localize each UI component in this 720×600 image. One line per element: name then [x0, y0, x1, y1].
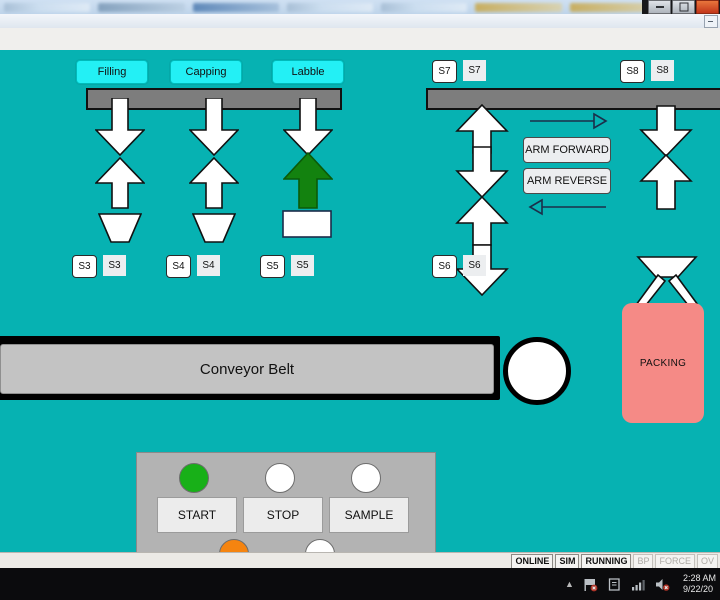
- close-button[interactable]: [696, 0, 719, 14]
- sensor-tag-s3[interactable]: S3: [72, 255, 97, 278]
- start-button[interactable]: START: [157, 497, 237, 533]
- browser-tabs-blurred: [0, 1, 660, 14]
- app-toolbar: [0, 14, 720, 29]
- start-indicator-lamp: [179, 463, 209, 493]
- conveyor-pulley: [503, 337, 571, 405]
- process-label-capping[interactable]: Capping: [170, 60, 242, 84]
- hmi-canvas: Filling Capping Labble S3 S3 S4 S4 S5 S5…: [0, 50, 720, 552]
- show-hidden-icon[interactable]: ▲: [565, 579, 574, 589]
- sensor-tag-s7[interactable]: S7: [432, 60, 457, 83]
- operator-control-panel: START STOP SAMPLE AUTO MANUAL: [136, 452, 436, 552]
- filling-down-arrow: [95, 98, 145, 156]
- sample-indicator-lamp: [351, 463, 381, 493]
- browser-tab[interactable]: [4, 3, 91, 12]
- clock-date: 9/22/20: [682, 584, 713, 594]
- right-arm-up-arrow: [639, 154, 693, 210]
- sensor-group-s6: S6 S6: [432, 255, 486, 278]
- capping-up-arrow: [189, 157, 239, 209]
- labble-down-arrow: [283, 98, 333, 156]
- status-running: RUNNING: [581, 553, 632, 569]
- sensor-tag-s8[interactable]: S8: [620, 60, 645, 83]
- conveyor-belt[interactable]: Conveyor Belt: [0, 344, 494, 394]
- status-sim: SIM: [555, 553, 580, 569]
- stop-button[interactable]: STOP: [243, 497, 323, 533]
- status-bar: ONLINE SIM RUNNING BP FORCE OV: [0, 552, 720, 569]
- sensor-group-s5: S5 S5: [260, 255, 314, 278]
- left-arm-down-arrow-1: [455, 146, 509, 198]
- taskbar-clock[interactable]: 2:28 AM 9/22/20: [679, 573, 716, 595]
- sample-button[interactable]: SAMPLE: [329, 497, 409, 533]
- sensor-value-s6: S6: [463, 255, 486, 276]
- arm-reverse-flow-arrow-icon: [528, 198, 608, 221]
- status-online: ONLINE: [511, 553, 554, 569]
- labble-up-arrow-active: [283, 152, 333, 209]
- auto-indicator-lamp: [219, 539, 249, 552]
- right-arm-gripper-icon: [632, 255, 702, 307]
- arm-reverse-button[interactable]: ARM REVERSE: [523, 168, 611, 194]
- capping-down-arrow: [189, 98, 239, 156]
- sensor-tag-s6[interactable]: S6: [432, 255, 457, 278]
- labble-applicator: [282, 210, 332, 238]
- app-subheader: [0, 28, 720, 51]
- filling-nozzle: [98, 213, 142, 243]
- status-force: FORCE: [655, 553, 695, 569]
- browser-tab[interactable]: [286, 3, 374, 12]
- clock-time: 2:28 AM: [682, 573, 716, 583]
- arm-forward-flow-arrow-icon: [528, 112, 608, 135]
- process-label-filling[interactable]: Filling: [76, 60, 148, 84]
- process-label-labble[interactable]: Labble: [272, 60, 344, 84]
- sensor-tag-s5[interactable]: S5: [260, 255, 285, 278]
- restore-button[interactable]: [672, 0, 695, 14]
- sensor-value-s8: S8: [651, 60, 674, 81]
- sensor-value-s4: S4: [197, 255, 220, 276]
- minimize-button[interactable]: [648, 0, 671, 14]
- left-arm-up-arrow-2: [455, 196, 509, 246]
- browser-tab[interactable]: [192, 3, 279, 12]
- screen-root: Filling Capping Labble S3 S3 S4 S4 S5 S5…: [0, 0, 720, 600]
- system-tray: ▲ 2:28 AM 9/22/20: [565, 573, 720, 595]
- sensor-tag-s4[interactable]: S4: [166, 255, 191, 278]
- windows-taskbar: ▲ 2:28 AM 9/22/20: [0, 568, 720, 600]
- status-ov: OV: [696, 553, 718, 569]
- sensor-value-s5: S5: [291, 255, 314, 276]
- sensor-group-s7: S7 S7: [432, 60, 486, 83]
- browser-tab[interactable]: [381, 3, 468, 12]
- status-bp: BP: [633, 553, 654, 569]
- window-controls: [642, 0, 720, 14]
- sensor-group-s4: S4 S4: [166, 255, 220, 278]
- capping-nozzle: [192, 213, 236, 243]
- sensor-value-s3: S3: [103, 255, 126, 276]
- browser-tabstrip: [0, 0, 720, 14]
- volume-muted-icon[interactable]: [655, 577, 670, 592]
- network-icon[interactable]: [631, 577, 646, 592]
- toolbar-overflow-button[interactable]: [704, 15, 718, 28]
- sensor-group-s8: S8 S8: [620, 60, 674, 83]
- sensor-group-s3: S3 S3: [72, 255, 126, 278]
- packing-bin[interactable]: PACKING: [622, 303, 704, 423]
- right-arm-down-arrow: [639, 105, 693, 157]
- sensor-value-s7: S7: [463, 60, 486, 81]
- action-center-icon[interactable]: [607, 577, 622, 592]
- conveyor-frame: Conveyor Belt: [0, 336, 500, 400]
- arm-forward-button[interactable]: ARM FORWARD: [523, 137, 611, 163]
- stop-indicator-lamp: [265, 463, 295, 493]
- browser-tab[interactable]: [475, 3, 562, 12]
- browser-tab[interactable]: [98, 3, 185, 12]
- filling-up-arrow: [95, 157, 145, 209]
- flag-alert-icon[interactable]: [583, 577, 598, 592]
- manual-indicator-lamp: [305, 539, 335, 552]
